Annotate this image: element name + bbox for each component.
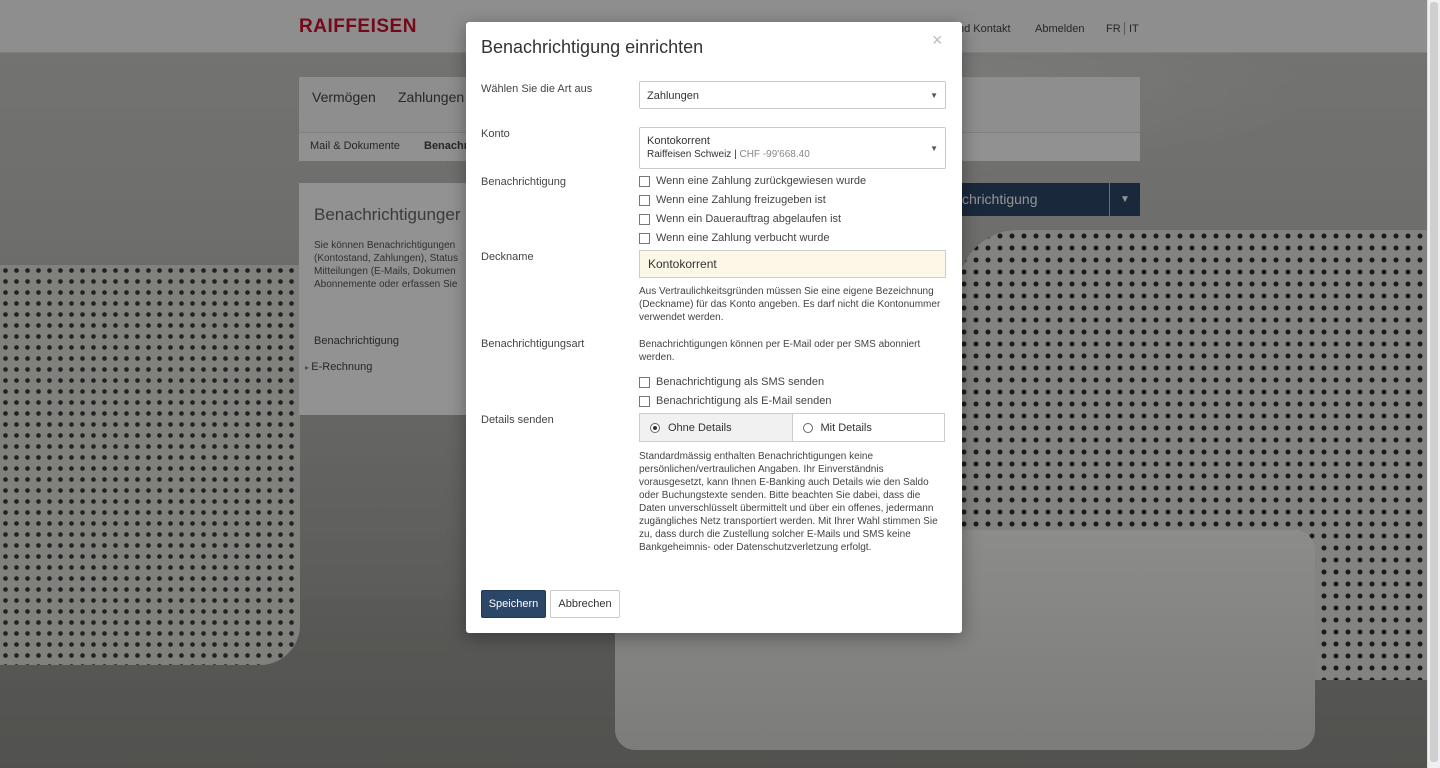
art-label: Benachrichtigungsart (481, 338, 585, 350)
checkbox[interactable] (639, 376, 650, 388)
checkbox-label: Benachrichtigung als SMS senden (656, 376, 825, 388)
notif-option-standing-order[interactable]: Wenn ein Dauerauftrag abgelaufen ist (639, 213, 841, 225)
type-label: Wählen Sie die Art aus (481, 83, 593, 95)
checkbox[interactable] (639, 232, 650, 244)
notif-option-rejected[interactable]: Wenn eine Zahlung zurückgewiesen wurde (639, 175, 866, 187)
checkbox-label: Benachrichtigung als E-Mail senden (656, 395, 832, 407)
page-scrollbar[interactable] (1427, 0, 1440, 768)
checkbox[interactable] (639, 395, 650, 407)
checkbox[interactable] (639, 213, 650, 225)
konto-bank: Raiffeisen Schweiz (647, 149, 732, 160)
konto-label: Konto (481, 128, 510, 140)
radio-mit-details[interactable]: Mit Details (791, 414, 945, 441)
art-option-sms[interactable]: Benachrichtigung als SMS senden (639, 376, 824, 388)
chevron-down-icon: ▼ (930, 91, 938, 100)
type-select[interactable]: Zahlungen ▼ (639, 81, 946, 109)
radio-label: Mit Details (820, 421, 872, 434)
checkbox-label: Wenn eine Zahlung verbucht wurde (656, 232, 830, 244)
radio-label: Ohne Details (668, 421, 732, 434)
radio-button[interactable] (802, 422, 813, 433)
notif-option-booked[interactable]: Wenn eine Zahlung verbucht wurde (639, 232, 829, 244)
details-radio-group: Ohne Details Mit Details (639, 413, 945, 442)
details-label: Details senden (481, 414, 554, 426)
scrollbar-thumb[interactable] (1430, 2, 1438, 762)
konto-details: Raiffeisen Schweiz | CHF -99'668.40 (647, 149, 810, 160)
checkbox-label: Wenn ein Dauerauftrag abgelaufen ist (656, 213, 842, 225)
konto-name: Kontokorrent (647, 135, 710, 147)
notification-modal: Benachrichtigung einrichten × Wählen Sie… (466, 22, 962, 633)
deckname-label: Deckname (481, 251, 534, 263)
save-button[interactable]: Speichern (481, 590, 546, 618)
notification-label: Benachrichtigung (481, 176, 567, 188)
notif-option-approve[interactable]: Wenn eine Zahlung freizugeben ist (639, 194, 826, 206)
type-select-value: Zahlungen (647, 90, 699, 102)
close-icon[interactable]: × (932, 30, 943, 51)
details-help: Standardmässig enthalten Benachrichtigun… (639, 451, 938, 553)
checkbox[interactable] (639, 175, 650, 187)
checkbox-label: Wenn eine Zahlung zurückgewiesen wurde (656, 175, 867, 187)
radio-button[interactable] (650, 422, 660, 433)
konto-balance: CHF -99'668.40 (739, 149, 810, 160)
konto-separator: | (734, 149, 737, 160)
checkbox-label: Wenn eine Zahlung freizugeben ist (656, 194, 826, 206)
cancel-button[interactable]: Abbrechen (550, 590, 620, 618)
radio-ohne-details[interactable]: Ohne Details (640, 414, 792, 441)
art-help: Benachrichtigungen können per E-Mail ode… (639, 339, 921, 363)
checkbox[interactable] (639, 194, 650, 206)
modal-title: Benachrichtigung einrichten (481, 37, 704, 57)
deckname-input[interactable] (639, 250, 946, 278)
konto-select[interactable]: Kontokorrent Raiffeisen Schweiz | CHF -9… (639, 127, 946, 169)
chevron-down-icon: ▼ (930, 144, 938, 153)
art-option-email[interactable]: Benachrichtigung als E-Mail senden (639, 395, 832, 407)
deckname-help: Aus Vertraulichkeitsgründen müssen Sie e… (639, 286, 941, 323)
